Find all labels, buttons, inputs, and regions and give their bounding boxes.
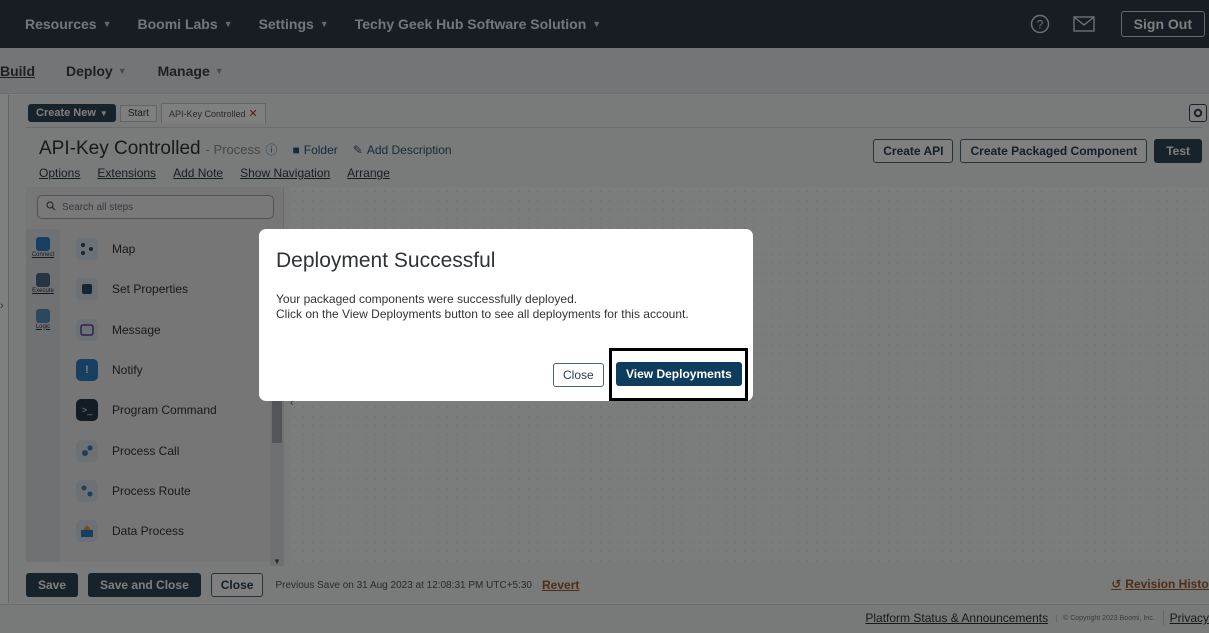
dialog-close-button[interactable]: Close	[553, 363, 604, 387]
dialog-body: Your packaged components were successful…	[276, 292, 736, 322]
dialog-line-2: Click on the View Deployments button to …	[276, 307, 689, 321]
highlight-box	[609, 348, 748, 401]
dialog-line-1: Your packaged components were successful…	[276, 292, 578, 306]
dialog-title: Deployment Successful	[276, 249, 496, 272]
